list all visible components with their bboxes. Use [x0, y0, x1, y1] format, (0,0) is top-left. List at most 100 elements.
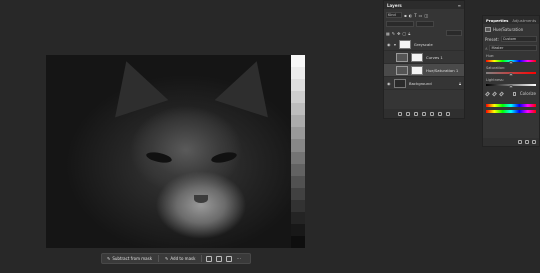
gradient-swatch: [291, 235, 305, 248]
clip-to-layer-icon[interactable]: [518, 140, 522, 144]
result-spectrum: [486, 110, 536, 113]
eyedropper-row: Colorize: [483, 91, 539, 96]
lightness-label: Lightness:: [486, 78, 504, 82]
colorize-label: Colorize: [519, 91, 536, 96]
blend-mode-select[interactable]: [386, 21, 414, 27]
tab-adjustments[interactable]: Adjustments: [512, 18, 536, 23]
eyedropper-icon[interactable]: [485, 91, 490, 96]
lightness-slider-knob[interactable]: [509, 85, 513, 88]
mask-icon[interactable]: [206, 255, 213, 262]
gradient-swatch: [291, 103, 305, 116]
view-previous-icon[interactable]: [525, 140, 529, 144]
filter-smart-icon[interactable]: ◫: [424, 13, 428, 18]
greyscale-gradient-strip: [291, 55, 305, 248]
gradient-swatch: [291, 223, 305, 236]
lock-all-icon[interactable]: 🔒︎: [408, 31, 410, 36]
visibility-eye-icon[interactable]: ◉: [387, 42, 391, 47]
hue-slider[interactable]: [486, 60, 536, 64]
more-options-button[interactable]: ···: [236, 256, 241, 262]
adjustment-title: Hue/Saturation: [493, 27, 524, 32]
properties-tabs: Properties Adjustments: [483, 16, 539, 24]
saturation-slider[interactable]: [486, 72, 536, 76]
layer-row-curves[interactable]: Curves 1: [384, 51, 464, 64]
divider: [201, 255, 203, 262]
properties-footer: [483, 138, 539, 146]
filter-type-icon[interactable]: T: [414, 13, 416, 18]
opacity-field[interactable]: [416, 21, 434, 27]
blend-row: [384, 21, 464, 27]
folder-chevron-icon[interactable]: ▾: [394, 42, 396, 47]
eyedropper-minus-icon[interactable]: [498, 91, 504, 96]
saturation-label: Saturation:: [486, 66, 506, 70]
layer-name: Greyscale: [413, 41, 433, 47]
visibility-eye-icon[interactable]: ◉: [387, 81, 391, 86]
fill-icon[interactable]: [226, 255, 233, 262]
hue-slider-knob[interactable]: [509, 61, 513, 64]
source-spectrum: [486, 104, 536, 107]
gradient-swatch: [291, 211, 305, 224]
layer-name: Hue/Saturation 1: [426, 67, 459, 73]
subtract-from-mask-button[interactable]: ✎ Subtract from mask: [105, 255, 154, 262]
gradient-swatch: [291, 127, 305, 140]
layers-panel-footer: [384, 109, 464, 118]
hand-icon[interactable]: ☝: [485, 46, 487, 51]
filter-adjustment-icon[interactable]: ◐: [409, 13, 413, 18]
gradient-swatch: [291, 55, 305, 68]
preset-value: Custom: [502, 37, 517, 41]
lightness-slider[interactable]: [486, 84, 536, 88]
layer-mask-thumbnail: [411, 52, 423, 62]
new-adjustment-icon[interactable]: [422, 111, 426, 116]
layer-name: Curves 1: [426, 54, 443, 60]
brush-icon: ✎: [165, 256, 169, 261]
gradient-swatch: [291, 199, 305, 212]
new-group-icon[interactable]: [430, 111, 434, 116]
kind-filter-select[interactable]: Kind: [386, 12, 402, 18]
gradient-swatch: [291, 151, 305, 164]
kind-filter-label: Kind: [388, 13, 396, 17]
preset-select[interactable]: Custom: [500, 36, 537, 42]
divider: [158, 255, 160, 262]
adjustment-header: Hue/Saturation: [483, 27, 539, 32]
cat-nose: [194, 195, 208, 203]
curves-adjustment-icon: [396, 52, 408, 62]
trash-icon[interactable]: [446, 111, 450, 116]
gradient-swatch: [291, 163, 305, 176]
add-to-mask-button[interactable]: ✎ Add to mask: [163, 255, 197, 262]
layer-row-background[interactable]: ◉ Background 🔒︎: [384, 77, 464, 90]
preset-label: Preset:: [485, 36, 499, 42]
lock-transparent-icon[interactable]: ▦: [386, 31, 390, 36]
eyedropper-plus-icon[interactable]: [491, 91, 497, 96]
filter-shape-icon[interactable]: ▭: [419, 13, 423, 18]
tab-properties[interactable]: Properties: [486, 18, 508, 23]
panel-menu-icon[interactable]: ≡: [458, 3, 461, 8]
lock-move-icon[interactable]: ✥: [397, 31, 400, 36]
layers-panel: Layers ≡ Kind ▪ ◐ T ▭ ◫ ▦ ✎ ✥ ▢ 🔒︎ ◉ ▾ G…: [383, 0, 465, 119]
channel-select[interactable]: Master: [489, 45, 537, 51]
link-layers-icon[interactable]: [398, 111, 402, 116]
invert-icon[interactable]: [216, 255, 223, 262]
hue-saturation-adjustment-icon: [396, 65, 408, 75]
colorize-checkbox[interactable]: [512, 91, 516, 96]
hue-saturation-icon: [485, 27, 491, 32]
lock-paint-icon[interactable]: ✎: [392, 31, 395, 36]
channel-row: ☝ Master: [483, 45, 539, 51]
layer-mask-thumbnail: [411, 65, 423, 75]
lock-artboard-icon[interactable]: ▢: [403, 31, 407, 36]
add-mask-icon[interactable]: [414, 111, 418, 116]
layer-row-hue-saturation[interactable]: Hue/Saturation 1: [384, 64, 464, 77]
gradient-swatch: [291, 175, 305, 188]
contextual-task-bar: ✎ Subtract from mask ✎ Add to mask ···: [101, 253, 251, 264]
fx-icon[interactable]: [406, 111, 410, 116]
saturation-slider-knob[interactable]: [509, 73, 513, 76]
layers-panel-header: Layers ≡: [384, 1, 464, 9]
channel-value: Master: [491, 46, 504, 50]
document-canvas[interactable]: [46, 55, 305, 248]
layers-panel-title: Layers: [387, 2, 402, 8]
subtract-from-mask-label: Subtract from mask: [112, 256, 153, 261]
layer-row-group[interactable]: ◉ ▾ Greyscale: [384, 38, 464, 51]
fill-field[interactable]: [446, 30, 462, 36]
new-layer-icon[interactable]: [438, 111, 442, 116]
reset-icon[interactable]: [532, 140, 536, 144]
filter-pixel-icon[interactable]: ▪: [404, 13, 407, 18]
layer-name: Background: [409, 80, 432, 86]
